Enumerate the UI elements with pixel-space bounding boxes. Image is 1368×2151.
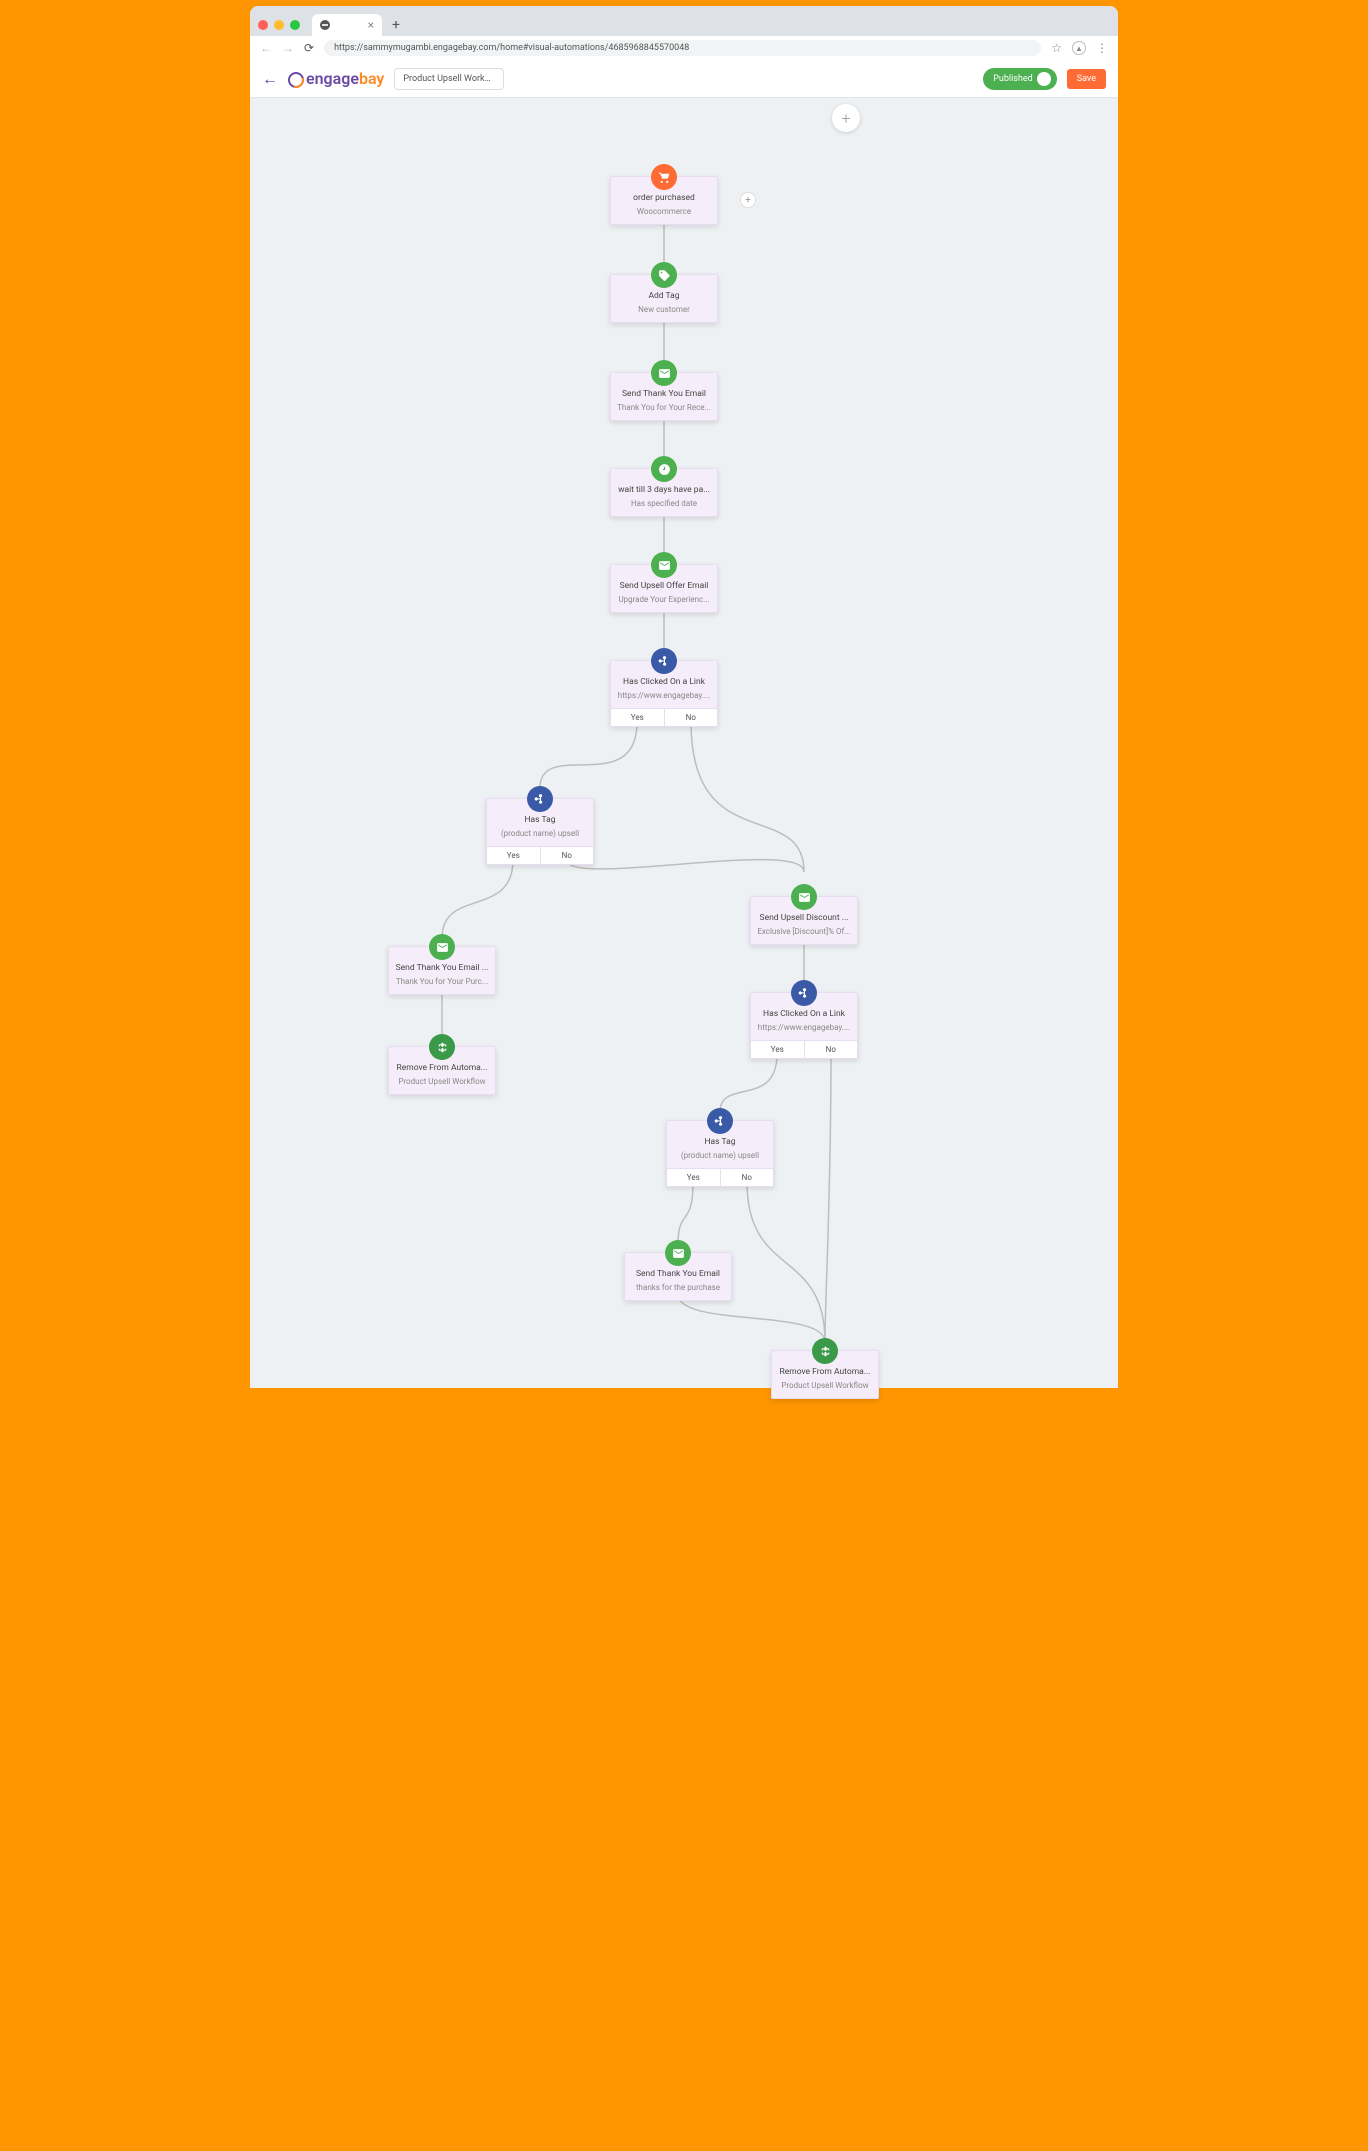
- address-bar-row: ← → ⟳ https://sammymugambi.engagebay.com…: [250, 36, 1118, 60]
- browser-chrome: × +: [250, 6, 1118, 36]
- branch-no[interactable]: No: [721, 1169, 774, 1186]
- mail-icon: [651, 552, 677, 578]
- published-toggle[interactable]: Published: [983, 68, 1057, 90]
- branch-icon: [791, 980, 817, 1006]
- cart-icon: [651, 164, 677, 190]
- add-sibling-button[interactable]: +: [740, 192, 756, 208]
- app-header: ← engagebay Product Upsell Workflow Publ…: [250, 60, 1118, 98]
- node-remove-from-automation-2[interactable]: Remove From Automa... Product Upsell Wor…: [771, 1350, 879, 1399]
- branch-yes[interactable]: Yes: [751, 1041, 805, 1058]
- reload-icon[interactable]: ⟳: [304, 41, 314, 55]
- clock-icon: [651, 456, 677, 482]
- node-trigger-order-purchased[interactable]: order purchased Woocommerce: [610, 176, 718, 225]
- branch-icon: [527, 786, 553, 812]
- node-send-thank-you-email[interactable]: Send Thank You Email Thank You for Your …: [610, 372, 718, 421]
- node-remove-from-automation[interactable]: Remove From Automa... Product Upsell Wor…: [388, 1046, 496, 1095]
- logo-mark-icon: [288, 72, 304, 88]
- new-tab-button[interactable]: +: [388, 17, 404, 33]
- branch-yes[interactable]: Yes: [487, 847, 541, 864]
- branch-icon: [707, 1108, 733, 1134]
- node-has-clicked-link[interactable]: Has Clicked On a Link https://www.engage…: [610, 660, 718, 727]
- add-node-button[interactable]: +: [832, 104, 860, 132]
- mail-icon: [665, 1240, 691, 1266]
- workflow-canvas[interactable]: .c{stroke:#bdbdbd;stroke-width:1.5;fill:…: [250, 98, 1118, 1388]
- back-arrow-icon[interactable]: ←: [262, 69, 278, 89]
- workflow-name-input[interactable]: Product Upsell Workflow: [394, 68, 504, 90]
- branch-no[interactable]: No: [665, 709, 718, 726]
- window-controls[interactable]: [258, 20, 300, 30]
- node-send-thank-you-email-3[interactable]: Send Thank You Email thanks for the purc…: [624, 1252, 732, 1301]
- branch-no[interactable]: No: [805, 1041, 858, 1058]
- mail-icon: [651, 360, 677, 386]
- node-send-upsell-discount[interactable]: Send Upsell Discount ... Exclusive [Disc…: [750, 896, 858, 945]
- mail-icon: [791, 884, 817, 910]
- star-icon[interactable]: ☆: [1051, 41, 1062, 55]
- logo[interactable]: engagebay: [288, 69, 384, 88]
- branch-yes[interactable]: Yes: [667, 1169, 721, 1186]
- tag-icon: [651, 262, 677, 288]
- save-button[interactable]: Save: [1067, 69, 1106, 89]
- globe-icon: [320, 20, 330, 30]
- profile-icon[interactable]: ▲: [1072, 41, 1086, 55]
- node-send-upsell-email[interactable]: Send Upsell Offer Email Upgrade Your Exp…: [610, 564, 718, 613]
- nav-back-icon[interactable]: ←: [260, 41, 272, 55]
- workflow-icon: [812, 1338, 838, 1364]
- mail-icon: [429, 934, 455, 960]
- node-wait[interactable]: wait till 3 days have pa... Has specifie…: [610, 468, 718, 517]
- branch-icon: [651, 648, 677, 674]
- node-add-tag[interactable]: Add Tag New customer: [610, 274, 718, 323]
- node-has-tag-2[interactable]: Has Tag (product name) upsell Yes No: [666, 1120, 774, 1187]
- node-has-clicked-link-2[interactable]: Has Clicked On a Link https://www.engage…: [750, 992, 858, 1059]
- branch-no[interactable]: No: [541, 847, 594, 864]
- url-input[interactable]: https://sammymugambi.engagebay.com/home#…: [324, 40, 1041, 56]
- node-has-tag[interactable]: Has Tag (product name) upsell Yes No: [486, 798, 594, 865]
- node-send-thank-you-email-2[interactable]: Send Thank You Email ... Thank You for Y…: [388, 946, 496, 995]
- nav-forward-icon[interactable]: →: [282, 41, 294, 55]
- browser-tab[interactable]: ×: [312, 14, 382, 36]
- close-icon[interactable]: ×: [368, 18, 374, 32]
- menu-icon[interactable]: ⋮: [1096, 41, 1108, 55]
- branch-yes[interactable]: Yes: [611, 709, 665, 726]
- workflow-icon: [429, 1034, 455, 1060]
